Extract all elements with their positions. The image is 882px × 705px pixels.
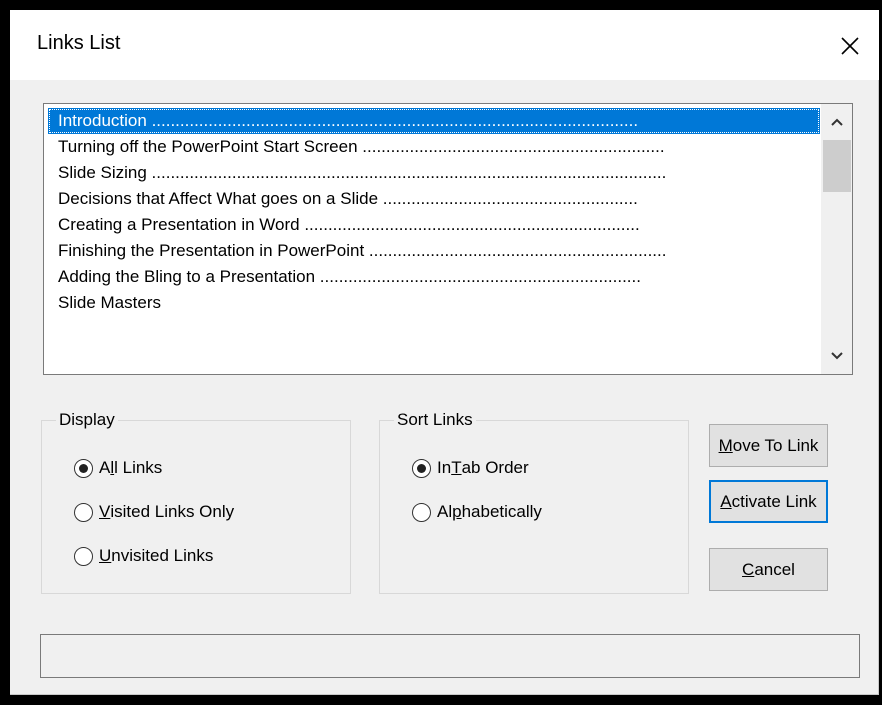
link-item-leader-dots: ........................................…	[146, 163, 667, 182]
radio-label-suffix: isited Links Only	[110, 502, 235, 521]
link-item-leader-dots: ........................................…	[378, 189, 638, 208]
activate-label: ctivate Link	[731, 491, 817, 511]
link-item-label: Decisions that Affect What goes on a Sli…	[58, 189, 379, 208]
link-list-item[interactable]: Introduction ...........................…	[48, 108, 820, 134]
activate-link-button[interactable]: Activate Link	[709, 480, 828, 523]
link-list-item[interactable]: Slide Sizing ...........................…	[48, 160, 820, 186]
sort-links-group: Sort Links In Tab Order Al p habetically	[379, 410, 689, 594]
display-group: Display All Links Visited Links Only Unvis…	[41, 410, 351, 594]
move-to-link-button[interactable]: Move To Link	[709, 424, 828, 467]
title-bar: Links List	[10, 10, 879, 80]
link-list-item[interactable]: Slide Masters	[48, 290, 820, 316]
link-item-leader-dots: ........................................…	[299, 215, 640, 234]
radio-label-prefix: A	[99, 458, 111, 477]
link-list-item[interactable]: Adding the Bling to a Presentation .....…	[48, 264, 820, 290]
radio-button-icon[interactable]	[74, 458, 93, 478]
scroll-down-button[interactable]	[821, 338, 852, 374]
cancel-button[interactable]: Cancel	[709, 548, 828, 591]
chevron-up-icon	[831, 118, 843, 126]
radio-label-accelerator: T	[451, 458, 462, 477]
radio-visited-links-only[interactable]: Visited Links Only	[74, 499, 234, 525]
links-list-dialog: Links List Introduction ................…	[10, 10, 879, 695]
radio-label-accelerator: p	[452, 502, 462, 521]
move-accel: M	[718, 435, 733, 455]
radio-label-suffix: nvisited Links	[111, 546, 214, 565]
link-list-item[interactable]: Decisions that Affect What goes on a Sli…	[48, 186, 820, 212]
dialog-title: Links List	[37, 32, 121, 54]
radio-label-accelerator: V	[99, 502, 111, 521]
link-list-item[interactable]: Finishing the Presentation in PowerPoint…	[48, 238, 820, 264]
link-item-label: Creating a Presentation in Word	[58, 215, 300, 234]
radio-label-suffix: ab Order	[461, 458, 529, 477]
radio-button-icon[interactable]	[412, 502, 431, 522]
chevron-down-icon	[831, 352, 843, 360]
radio-in-tab-order[interactable]: In Tab Order	[412, 455, 529, 481]
radio-button-icon[interactable]	[74, 502, 93, 522]
radio-label-suffix: l Links	[114, 458, 163, 477]
link-item-label: Turning off the PowerPoint Start Screen	[58, 137, 358, 156]
link-list-item[interactable]: Creating a Presentation in Word ........…	[48, 212, 820, 238]
link-item-leader-dots: ........................................…	[146, 111, 639, 130]
close-button[interactable]	[832, 28, 868, 64]
radio-button-icon[interactable]	[74, 546, 93, 566]
scroll-thumb[interactable]	[823, 140, 851, 192]
links-listbox[interactable]: Introduction ...........................…	[43, 103, 853, 375]
link-item-label: Adding the Bling to a Presentation	[58, 267, 316, 286]
sort-links-legend: Sort Links	[394, 410, 476, 430]
cancel-accel: C	[742, 559, 755, 579]
scroll-up-button[interactable]	[821, 104, 852, 140]
vertical-scrollbar[interactable]	[821, 104, 852, 374]
link-item-leader-dots: ........................................…	[315, 267, 641, 286]
radio-label-suffix: habetically	[461, 502, 542, 521]
radio-button-icon[interactable]	[412, 458, 431, 478]
radio-all-links[interactable]: All Links	[74, 455, 162, 481]
display-legend: Display	[56, 410, 118, 430]
link-item-leader-dots: ........................................…	[364, 241, 667, 260]
link-item-leader-dots: ........................................…	[357, 137, 665, 156]
link-list-item[interactable]: Turning off the PowerPoint Start Screen …	[48, 134, 820, 160]
link-item-label: Slide Sizing	[58, 163, 147, 182]
cancel-label: ancel	[754, 559, 795, 579]
link-item-label: Introduction	[58, 111, 147, 130]
radio-unvisited-links[interactable]: Unvisited Links	[74, 543, 213, 569]
radio-label-accelerator: U	[99, 546, 112, 565]
radio-alphabetically[interactable]: Al p habetically	[412, 499, 542, 525]
activate-accel: A	[720, 491, 732, 511]
radio-label-prefix: In	[437, 458, 452, 477]
status-field	[40, 634, 860, 678]
move-label: ove To Link	[732, 435, 819, 455]
link-item-label: Finishing the Presentation in PowerPoint	[58, 241, 365, 260]
link-item-label: Slide Masters	[58, 293, 161, 312]
close-icon	[841, 37, 859, 55]
radio-label-prefix: Al	[437, 502, 453, 521]
